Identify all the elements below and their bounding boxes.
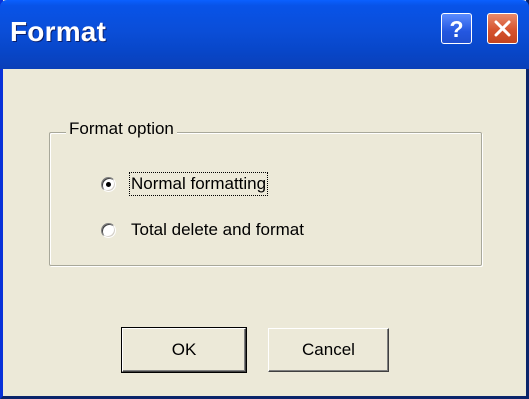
option-normal-formatting[interactable]: Normal formatting xyxy=(101,172,269,196)
radio-normal-formatting[interactable] xyxy=(101,176,116,192)
close-button[interactable] xyxy=(487,13,518,44)
ok-button[interactable]: OK xyxy=(121,327,247,373)
help-button[interactable]: ? xyxy=(441,13,472,44)
dialog-title: Format xyxy=(10,16,107,47)
label-total-delete[interactable]: Total delete and format xyxy=(130,219,305,241)
format-option-legend: Format option xyxy=(66,118,177,140)
cancel-button[interactable]: Cancel xyxy=(268,328,389,372)
close-icon xyxy=(494,20,511,37)
radio-total-delete[interactable] xyxy=(101,222,116,238)
title-bar[interactable]: Format ? xyxy=(0,0,529,69)
option-total-delete[interactable]: Total delete and format xyxy=(101,219,305,241)
label-normal-formatting[interactable]: Normal formatting xyxy=(128,172,269,196)
format-option-group xyxy=(49,132,482,266)
question-mark-icon: ? xyxy=(449,15,464,42)
